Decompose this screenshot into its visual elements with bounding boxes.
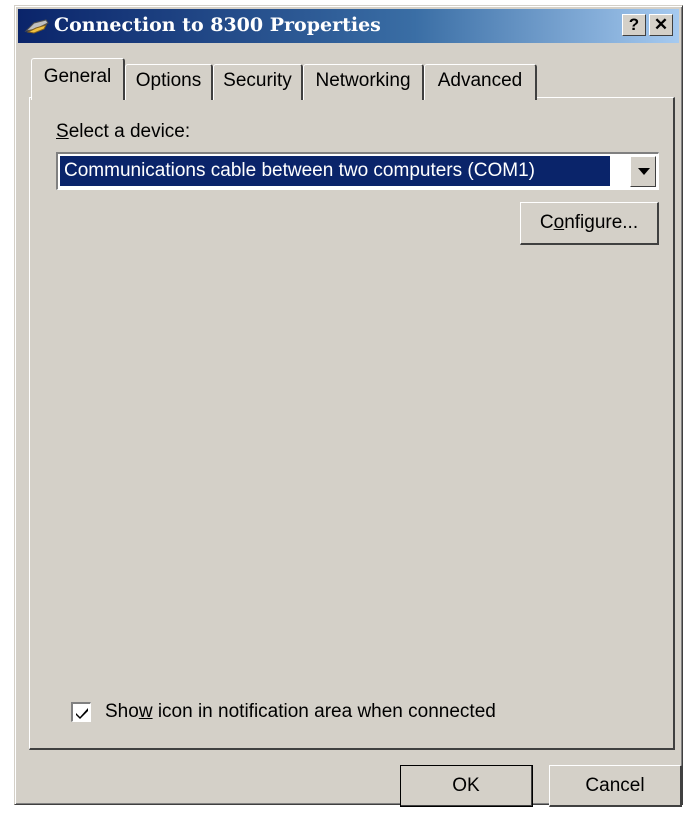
title-bar[interactable]: Connection to 8300 Properties ? ✕: [18, 9, 679, 43]
device-select[interactable]: Communications cable between two compute…: [56, 152, 659, 190]
label-text: nfigure...: [564, 212, 639, 233]
close-icon: ✕: [653, 15, 669, 34]
tab-networking[interactable]: Networking: [303, 64, 424, 100]
close-button[interactable]: ✕: [649, 14, 673, 36]
help-button[interactable]: ?: [622, 14, 646, 36]
chevron-down-icon[interactable]: [630, 156, 656, 187]
tab-security[interactable]: Security: [213, 64, 303, 100]
tab-options[interactable]: Options: [125, 64, 213, 100]
select-device-label: Select a device:: [56, 121, 190, 143]
modem-connection-icon: [24, 19, 49, 34]
show-icon-label: Show icon in notification area when conn…: [105, 699, 496, 725]
window-title: Connection to 8300 Properties: [54, 14, 381, 36]
access-key: w: [138, 701, 153, 722]
show-icon-checkbox[interactable]: [71, 702, 91, 722]
tab-panel-general: [29, 97, 675, 750]
access-key: o: [553, 212, 565, 233]
ok-button[interactable]: OK: [400, 765, 533, 807]
properties-dialog: Connection to 8300 Properties ? ✕ Genera…: [14, 5, 683, 807]
tab-advanced[interactable]: Advanced: [424, 64, 537, 100]
cancel-button[interactable]: Cancel: [549, 765, 682, 807]
label-text: C: [539, 212, 554, 233]
checkmark-icon: [76, 708, 88, 719]
tab-general[interactable]: General: [31, 58, 125, 100]
label-text: elect a device:: [68, 121, 191, 142]
label-text: Sho: [105, 701, 139, 722]
access-key: S: [56, 121, 69, 142]
label-text: icon in notification area when connected: [152, 701, 496, 722]
device-select-value: Communications cable between two compute…: [60, 156, 610, 186]
configure-button[interactable]: Configure...: [520, 202, 659, 245]
